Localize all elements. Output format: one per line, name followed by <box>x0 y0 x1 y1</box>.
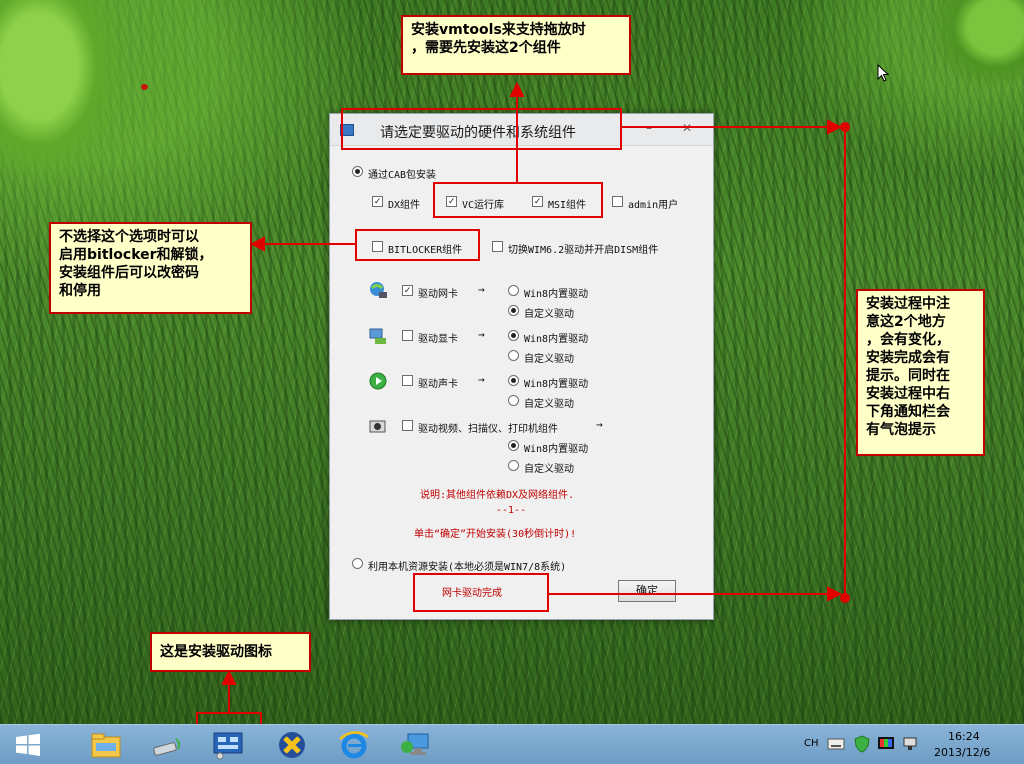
annotation-top: 安装vmtools来支持拖放时 ，需要先安装这2个组件 <box>401 15 631 75</box>
taskbar: CH 16:24 2013/12/6 <box>0 724 1024 764</box>
language-indicator[interactable]: CH <box>804 738 819 749</box>
clock-time[interactable]: 16:24 <box>948 730 980 743</box>
annotation-left: 不选择这个选项时可以 启用bitlocker和解锁， 安装组件后可以改密码 和停… <box>49 222 252 314</box>
color-display-icon[interactable] <box>877 735 895 753</box>
network-monitor-icon[interactable] <box>396 729 436 761</box>
network-status-icon[interactable] <box>902 736 918 752</box>
annotation-right: 安装过程中注 意这2个地方 ，会有变化， 安装完成会有 提示。同时在 安装过程中… <box>856 289 985 456</box>
x-tool-icon[interactable] <box>272 729 312 761</box>
annotation-bottom: 这是安装驱动图标 <box>150 632 311 672</box>
file-explorer-icon[interactable] <box>86 729 126 761</box>
internet-explorer-icon[interactable] <box>334 729 374 761</box>
driver-install-icon[interactable] <box>208 729 248 761</box>
start-windows-icon[interactable] <box>8 729 48 761</box>
usb-device-icon[interactable] <box>148 729 188 761</box>
clock-date[interactable]: 2013/12/6 <box>934 746 990 759</box>
keyboard-icon[interactable] <box>827 737 845 751</box>
security-shield-icon[interactable] <box>853 735 871 753</box>
